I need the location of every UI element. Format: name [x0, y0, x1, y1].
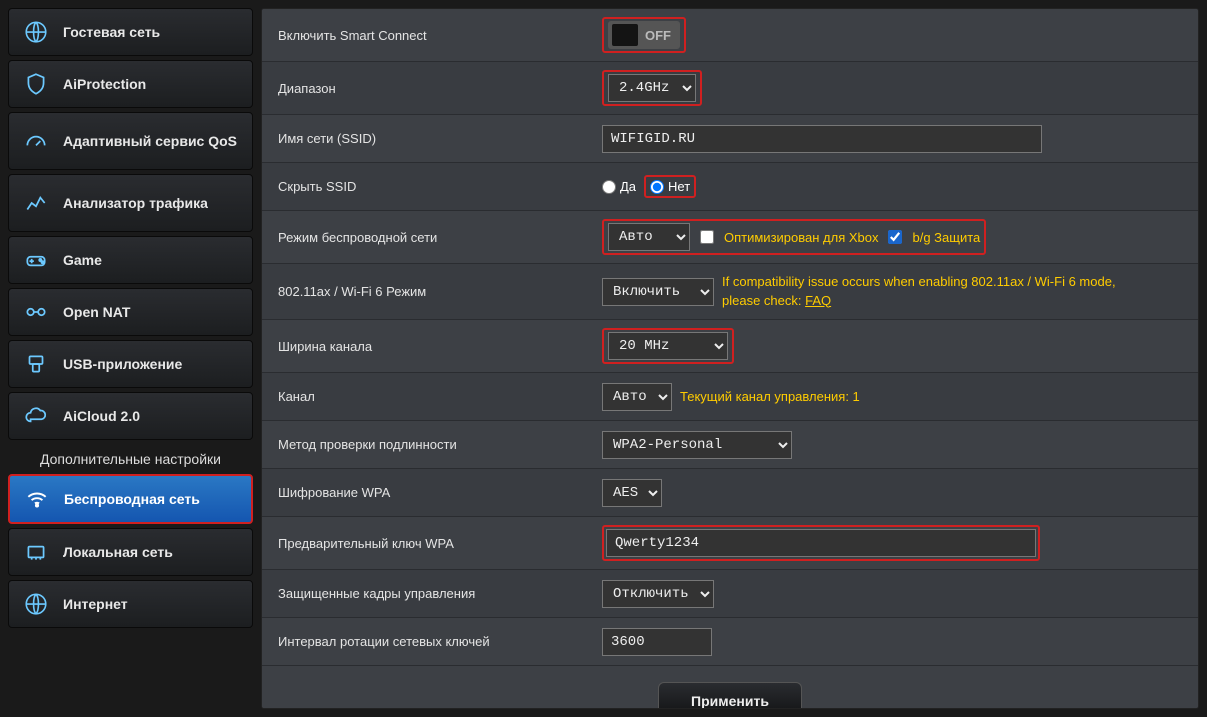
row-rotate: Интервал ротации сетевых ключей	[262, 618, 1198, 666]
label-wifi6: 802.11ax / Wi-Fi 6 Режим	[262, 272, 592, 311]
text-xbox: Оптимизирован для Xbox	[724, 230, 878, 245]
label-smart-connect: Включить Smart Connect	[262, 16, 592, 55]
row-channel-width: Ширина канала 20 MHz	[262, 320, 1198, 373]
sidebar-item-label: AiCloud 2.0	[63, 408, 140, 424]
label-ssid: Имя сети (SSID)	[262, 119, 592, 158]
sidebar-item-usb[interactable]: USB-приложение	[8, 340, 253, 388]
sidebar-item-label: Беспроводная сеть	[64, 491, 200, 507]
row-hide-ssid: Скрыть SSID Да Нет	[262, 163, 1198, 211]
row-wpa-key: Предварительный ключ WPA	[262, 517, 1198, 570]
label-hide-ssid: Скрыть SSID	[262, 167, 592, 206]
sidebar-item-label: AiProtection	[63, 76, 146, 92]
sidebar-item-label: Open NAT	[63, 304, 130, 320]
label-wireless-mode: Режим беспроводной сети	[262, 218, 592, 257]
chart-icon	[21, 190, 51, 216]
sidebar-item-label: Game	[63, 252, 102, 268]
shield-icon	[21, 71, 51, 97]
ethernet-icon	[21, 539, 51, 565]
globe-icon	[21, 19, 51, 45]
globe-icon	[21, 591, 51, 617]
row-channel: Канал Авто Текущий канал управления: 1	[262, 373, 1198, 421]
note-wifi6: If compatibility issue occurs when enabl…	[722, 273, 1122, 309]
sidebar-item-aiprotection[interactable]: AiProtection	[8, 60, 253, 108]
input-rotate[interactable]	[602, 628, 712, 656]
wifi-icon	[22, 486, 52, 512]
gauge-icon	[21, 128, 51, 154]
sidebar-item-qos[interactable]: Адаптивный сервис QoS	[8, 112, 253, 170]
checkbox-xbox[interactable]	[700, 230, 714, 244]
label-auth: Метод проверки подлинности	[262, 425, 592, 464]
row-smart-connect: Включить Smart Connect OFF	[262, 9, 1198, 62]
text-bg: b/g Защита	[912, 230, 980, 245]
label-pmf: Защищенные кадры управления	[262, 574, 592, 613]
sidebar-item-lan[interactable]: Локальная сеть	[8, 528, 253, 576]
sidebar-item-label: Гостевая сеть	[63, 24, 160, 40]
sidebar-item-label: Локальная сеть	[63, 544, 173, 560]
sidebar-item-label: Интернет	[63, 596, 128, 612]
sidebar-item-internet[interactable]: Интернет	[8, 580, 253, 628]
radio-hide-no[interactable]: Нет	[650, 179, 690, 194]
sidebar-item-opennat[interactable]: Open NAT	[8, 288, 253, 336]
label-rotate: Интервал ротации сетевых ключей	[262, 622, 592, 661]
row-pmf: Защищенные кадры управления Отключить	[262, 570, 1198, 618]
sidebar-item-label: Анализатор трафика	[63, 195, 208, 211]
row-apply: Применить	[262, 666, 1198, 709]
select-wireless-mode[interactable]: Авто	[608, 223, 690, 251]
radio-hide-yes[interactable]: Да	[602, 179, 636, 194]
label-channel: Канал	[262, 377, 592, 416]
usb-icon	[21, 351, 51, 377]
note-channel: Текущий канал управления: 1	[680, 389, 860, 404]
input-wpa-key[interactable]	[606, 529, 1036, 557]
label-wpa-enc: Шифрование WPA	[262, 473, 592, 512]
apply-button[interactable]: Применить	[658, 682, 802, 709]
select-pmf[interactable]: Отключить	[602, 580, 714, 608]
sidebar-item-guest-network[interactable]: Гостевая сеть	[8, 8, 253, 56]
select-band[interactable]: 2.4GHz	[608, 74, 696, 102]
label-wpa-key: Предварительный ключ WPA	[262, 524, 592, 563]
nat-icon	[21, 299, 51, 325]
select-auth[interactable]: WPA2-Personal	[602, 431, 792, 459]
row-wifi6: 802.11ax / Wi-Fi 6 Режим Включить If com…	[262, 264, 1198, 320]
input-ssid[interactable]	[602, 125, 1042, 153]
row-auth: Метод проверки подлинности WPA2-Personal	[262, 421, 1198, 469]
checkbox-bg[interactable]	[888, 230, 902, 244]
settings-panel: Включить Smart Connect OFF Диапазон 2.4G…	[261, 8, 1199, 709]
sidebar-item-game[interactable]: Game	[8, 236, 253, 284]
sidebar-item-label: Адаптивный сервис QoS	[63, 133, 237, 149]
cloud-icon	[21, 403, 51, 429]
select-wifi6[interactable]: Включить	[602, 278, 714, 306]
row-wireless-mode: Режим беспроводной сети Авто Оптимизиров…	[262, 211, 1198, 264]
sidebar-item-aicloud[interactable]: AiCloud 2.0	[8, 392, 253, 440]
sidebar-item-traffic[interactable]: Анализатор трафика	[8, 174, 253, 232]
toggle-smart-connect[interactable]: OFF	[608, 21, 680, 49]
label-band: Диапазон	[262, 69, 592, 108]
row-wpa-enc: Шифрование WPA AES	[262, 469, 1198, 517]
link-faq[interactable]: FAQ	[805, 293, 831, 308]
select-channel[interactable]: Авто	[602, 383, 672, 411]
gamepad-icon	[21, 247, 51, 273]
sidebar-item-wireless[interactable]: Беспроводная сеть	[8, 474, 253, 524]
sidebar-item-label: USB-приложение	[63, 356, 182, 372]
row-ssid: Имя сети (SSID)	[262, 115, 1198, 163]
sidebar-section-title: Дополнительные настройки	[8, 444, 253, 470]
select-wpa-enc[interactable]: AES	[602, 479, 662, 507]
row-band: Диапазон 2.4GHz	[262, 62, 1198, 115]
select-channel-width[interactable]: 20 MHz	[608, 332, 728, 360]
label-channel-width: Ширина канала	[262, 327, 592, 366]
sidebar: Гостевая сеть AiProtection Адаптивный се…	[8, 8, 253, 709]
